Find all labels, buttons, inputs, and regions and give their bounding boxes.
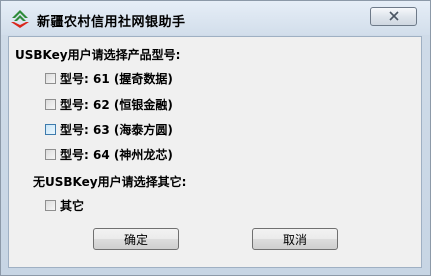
other-section-label: 无USBKey用户请选择其它: [33,175,187,189]
other-option[interactable]: 其它 [45,197,84,213]
model-64-checkbox[interactable] [45,148,56,160]
dialog-window: 新疆农村信用社网银助手 USBKey用户请选择产品型号: 型号: 61 (握奇数… [0,0,431,276]
model-64-option[interactable]: 型号: 64 (神州龙芯) [45,146,173,162]
title-bar[interactable]: 新疆农村信用社网银助手 [1,1,430,35]
other-label: 其它 [60,198,85,213]
model-61-label: 型号: 61 (握奇数据) [60,71,173,86]
model-63-option[interactable]: 型号: 63 (海泰方圆) [45,121,173,137]
close-icon [389,11,399,21]
model-62-label: 型号: 62 (恒银金融) [60,97,173,112]
close-button[interactable] [370,7,417,26]
cancel-button[interactable]: 取消 [252,228,338,250]
usbkey-section-label: USBKey用户请选择产品型号: [15,48,181,62]
rural-credit-logo-icon [9,9,31,29]
model-62-option[interactable]: 型号: 62 (恒银金融) [45,96,173,112]
ok-button[interactable]: 确定 [93,228,179,250]
other-checkbox[interactable] [45,199,56,211]
model-63-checkbox[interactable] [45,123,56,135]
model-64-label: 型号: 64 (神州龙芯) [60,147,173,162]
model-61-checkbox[interactable] [45,72,56,84]
dialog-content: USBKey用户请选择产品型号: 型号: 61 (握奇数据) 型号: 62 (恒… [8,36,422,268]
window-title: 新疆农村信用社网银助手 [37,15,186,30]
model-62-checkbox[interactable] [45,98,56,110]
model-61-option[interactable]: 型号: 61 (握奇数据) [45,70,173,86]
model-63-label: 型号: 63 (海泰方圆) [60,122,173,137]
